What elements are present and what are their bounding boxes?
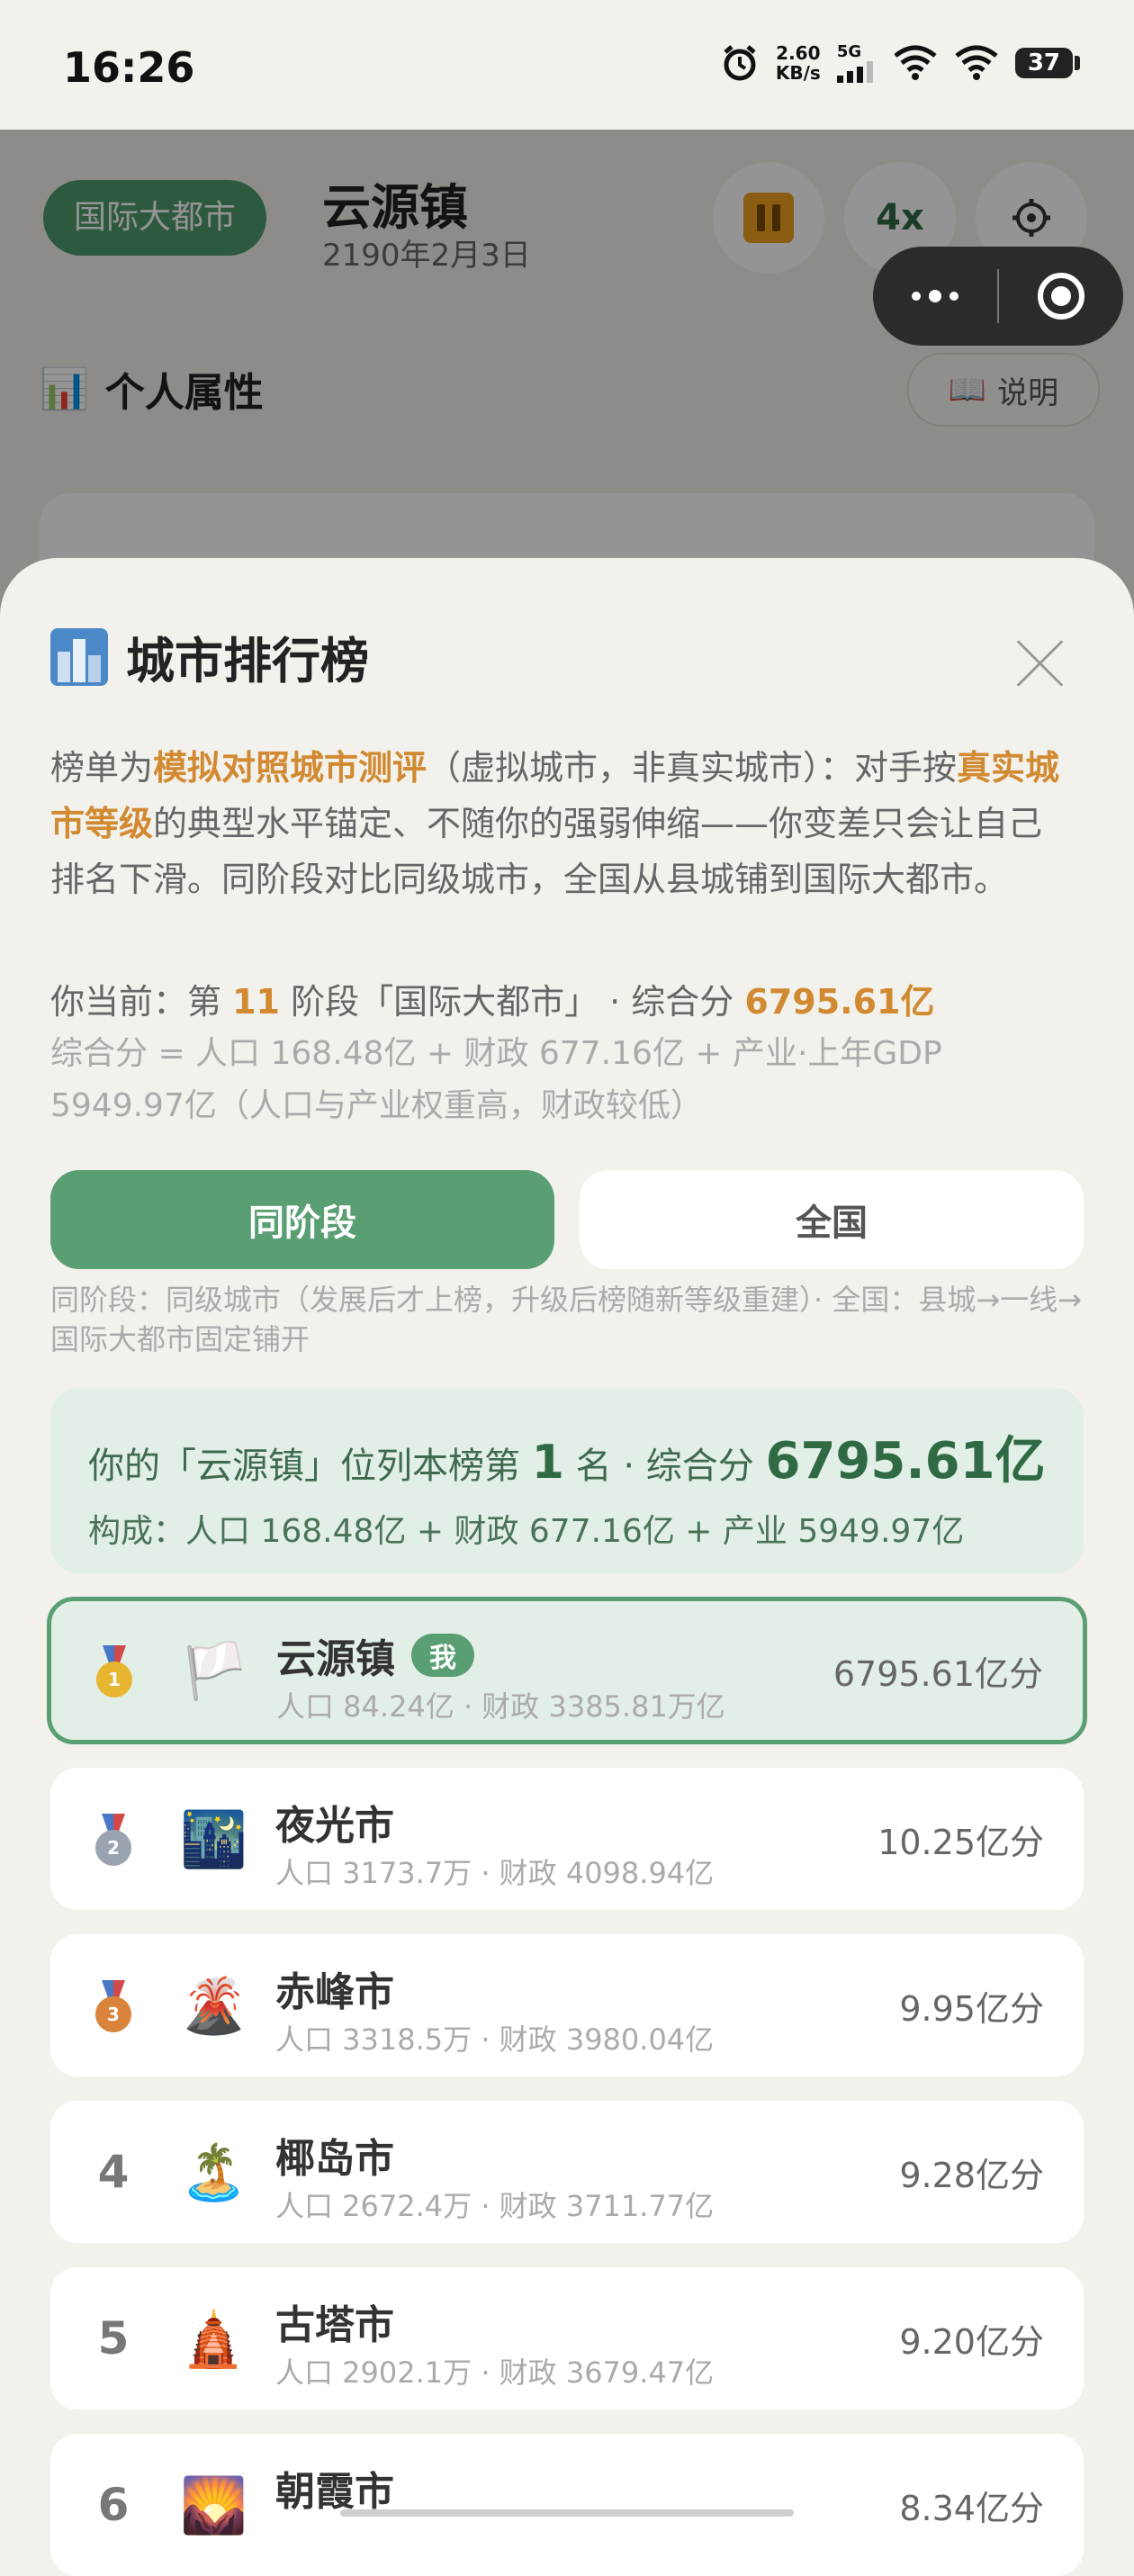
ranking-sheet: 城市排行榜 榜单为模拟对照城市测评（虚拟城市，非真实城市）：对手按真实城市等级的… — [0, 558, 1134, 2576]
ranking-row-me[interactable]: 1 🏳️ 云源镇 我 人口 84.24亿 · 财政 3385.81万亿 6795… — [47, 1597, 1087, 1744]
bronze-medal-icon: 3 — [68, 1934, 158, 2076]
net-speed: 2.60 KB/s — [775, 42, 821, 84]
more-menu-button[interactable] — [873, 290, 997, 302]
signal-bars-icon — [836, 61, 873, 83]
home-indicator[interactable] — [340, 2509, 794, 2517]
status-icons: 2.60 KB/s 5G 37 — [720, 43, 1080, 83]
rank-number: 4 — [97, 2146, 130, 2198]
current-stage: 你当前：第 11 阶段「国际大都市」 · 综合分 6795.61亿 — [50, 982, 935, 1022]
my-rank-summary: 你的「云源镇」位列本榜第 1 名 · 综合分 6795.61亿 构成：人口 16… — [50, 1388, 1084, 1573]
city-name: 椰岛市 — [275, 2136, 394, 2182]
ranking-row[interactable]: 3 🌋 赤峰市 人口 3318.5万 · 财政 3980.04亿 9.95亿分 — [50, 1934, 1084, 2076]
sunrise-icon: 🌄 — [180, 2473, 248, 2537]
cityscape-icon — [50, 627, 108, 686]
white-flag-icon: 🏳️ — [181, 1639, 248, 1703]
ranking-row[interactable]: 4 🏝️ 椰岛市 人口 2672.4万 · 财政 3711.77亿 9.28亿分 — [50, 2101, 1084, 2243]
city-name: 朝霞市 — [275, 2469, 394, 2515]
city-score: 10.25亿分 — [878, 1822, 1044, 1862]
rank-number: 5 — [97, 2312, 130, 2364]
score-formula: 综合分 = 人口 168.48亿 + 财政 677.16亿 + 产业·上年GDP… — [50, 1035, 942, 1124]
city-name: 赤峰市 — [275, 1969, 394, 2015]
close-button[interactable] — [1013, 637, 1066, 689]
city-name: 夜光市 — [275, 1803, 394, 1849]
city-stats: 人口 3318.5万 · 财政 3980.04亿 — [275, 2022, 715, 2057]
me-badge: 我 — [411, 1634, 474, 1677]
city-name: 云源镇 我 — [276, 1626, 474, 1684]
score-composition: 构成：人口 168.48亿 + 财政 677.16亿 + 产业 5949.97亿 — [88, 1513, 965, 1550]
temple-icon: 🛕 — [180, 2307, 248, 2371]
city-score: 8.34亿分 — [899, 2488, 1044, 2528]
battery-level: 37 — [1014, 48, 1073, 78]
tab-note: 同阶段：同级城市（发展后才上榜，升级后榜随新等级重建）· 全国：县城→一线→国际… — [50, 1283, 1082, 1356]
tab-same-stage[interactable]: 同阶段 — [50, 1170, 554, 1269]
city-score: 6795.61亿分 — [832, 1653, 1043, 1694]
close-miniprogram-button[interactable] — [999, 273, 1123, 320]
target-icon — [1038, 273, 1084, 320]
gold-medal-icon: 1 — [69, 1601, 159, 1740]
wifi-icon — [894, 45, 937, 80]
ranking-row[interactable]: 2 🌃 夜光市 人口 3173.7万 · 财政 4098.94亿 10.25亿分 — [50, 1768, 1084, 1910]
tab-national[interactable]: 全国 — [580, 1170, 1084, 1269]
cell-signal: 5G — [836, 43, 877, 83]
city-score: 9.20亿分 — [899, 2321, 1044, 2362]
alarm-icon — [724, 45, 756, 81]
silver-medal-icon: 2 — [68, 1768, 158, 1910]
city-stats: 人口 2902.1万 · 财政 3679.47亿 — [275, 2355, 715, 2390]
city-score: 9.28亿分 — [899, 2155, 1044, 2195]
city-stats: 人口 84.24亿 · 财政 3385.81万亿 — [276, 1689, 725, 1724]
city-score: 9.95亿分 — [899, 1988, 1044, 2029]
status-time: 16:26 — [63, 43, 195, 92]
city-stats: 人口 2672.4万 · 财政 3711.77亿 — [275, 2189, 715, 2223]
city-stats: 人口 3173.7万 · 财政 4098.94亿 — [275, 1856, 715, 1890]
rank-number: 6 — [97, 2479, 130, 2531]
island-icon: 🏝️ — [180, 2140, 248, 2204]
wifi-icon-2 — [955, 45, 998, 80]
ranking-row[interactable]: 5 🛕 古塔市 人口 2902.1万 · 财政 3679.47亿 9.20亿分 — [50, 2267, 1084, 2409]
battery-tip — [1075, 56, 1080, 70]
city-name: 古塔市 — [275, 2302, 394, 2348]
volcano-icon: 🌋 — [180, 1974, 248, 2038]
miniprogram-capsule — [873, 247, 1123, 346]
my-rank-line: 你的「云源镇」位列本榜第 1 名 · 综合分 6795.61亿 — [88, 1432, 1046, 1491]
night-city-icon: 🌃 — [180, 1807, 248, 1871]
ranking-row[interactable]: 6 🌄 朝霞市 8.34亿分 — [50, 2434, 1084, 2576]
sheet-title: 城市排行榜 — [50, 621, 369, 692]
status-bar: 16:26 2.60 KB/s 5G 37 — [0, 0, 1134, 130]
ranking-intro: 榜单为模拟对照城市测评（虚拟城市，非真实城市）：对手按真实城市等级的典型水平锚定… — [50, 748, 1060, 899]
